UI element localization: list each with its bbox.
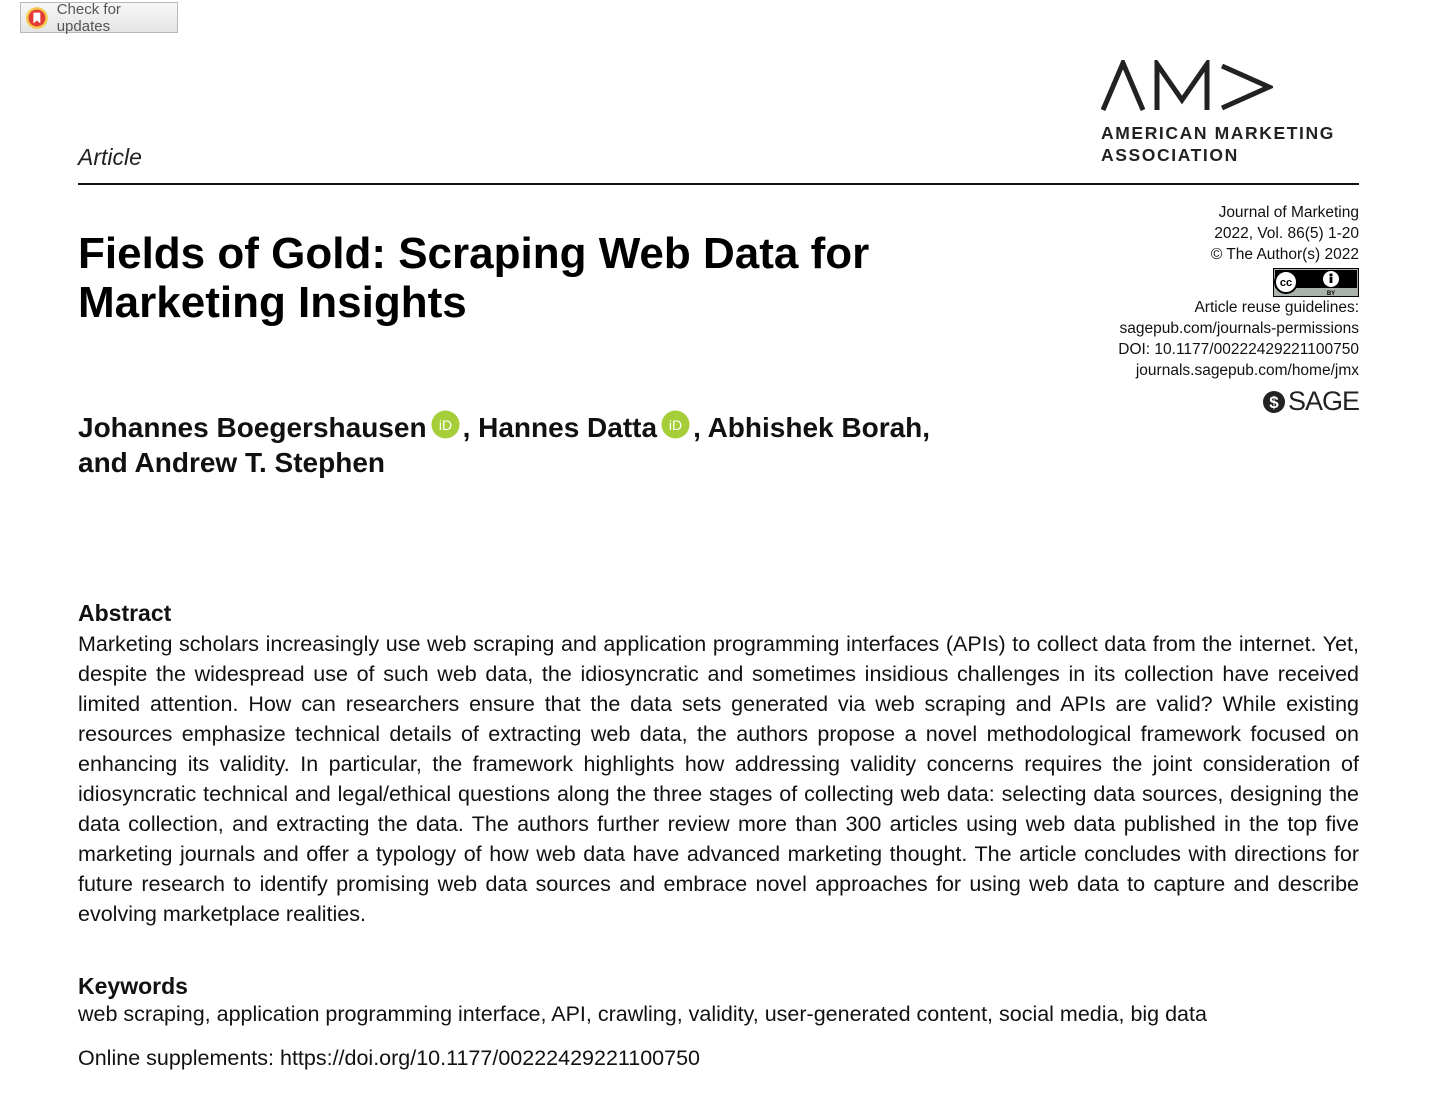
author-separator: , [462,412,479,443]
publisher-name-line2: ASSOCIATION [1101,145,1239,165]
supplements-link[interactable]: https://doi.org/10.1177/0022242922110075… [280,1046,700,1070]
keywords-list: web scraping, application programming in… [78,1002,1207,1026]
author-name: Hannes Datta [478,412,658,443]
copyright: © The Author(s) 2022 [1210,246,1359,263]
cc-by-license-icon[interactable]: cc BY [1273,268,1359,297]
keywords-heading: Keywords [78,973,188,999]
online-supplements: Online supplements: https://doi.org/10.1… [78,1046,700,1071]
author-line-2: and Andrew T. Stephen [78,447,385,478]
abstract-body: Marketing scholars increasingly use web … [78,632,1359,926]
article-type-label: Article [78,144,142,170]
title-line-2: Marketing Insights [78,278,467,327]
sage-logo: $ SAGE [1262,386,1360,417]
svg-text:cc: cc [1280,277,1292,289]
orcid-icon[interactable]: iD [661,410,690,439]
check-for-updates-label: Check for updates [56,0,121,35]
bookmark-ribbon-icon [25,6,48,29]
supplements-label: Online supplements: [78,1046,280,1070]
journal-homepage-link[interactable]: journals.sagepub.com/home/jmx [1136,360,1359,381]
check-for-updates-button[interactable]: Check for updates [20,0,178,35]
article-title: Fields of Gold: Scraping Web Data for Ma… [78,229,978,327]
reuse-guidelines-label: Article reuse guidelines: [1194,299,1359,316]
svg-text:$: $ [1269,393,1279,412]
orcid-icon[interactable]: iD [431,410,460,439]
reuse-guidelines-link[interactable]: sagepub.com/journals-permissions [1119,318,1359,339]
author-line-1: Johannes Boegershausen iD, Hannes Datta iD… [78,410,1078,445]
header-divider [78,183,1359,185]
abstract-heading: Abstract [78,600,172,626]
journal-name: Journal of Marketing [1218,204,1359,221]
ama-logo [1101,60,1273,111]
sage-wordmark: SAGE [1287,386,1360,416]
author-name: Johannes Boegershausen [78,412,427,443]
author-list: Johannes Boegershausen iD, Hannes Datta iD… [78,410,1078,480]
author-names-rest: , Abhishek Borah, [693,412,931,443]
title-line-1: Fields of Gold: Scraping Web Data for [78,229,870,278]
svg-text:iD: iD [438,417,451,433]
doi[interactable]: DOI: 10.1177/00222429221100750 [1118,339,1359,360]
svg-text:iD: iD [669,417,682,433]
publisher-name-line1: AMERICAN MARKETING [1101,123,1335,143]
journal-volume: 2022, Vol. 86(5) 1-20 [1214,225,1359,242]
sage-dollar-icon: $ [1262,390,1285,413]
